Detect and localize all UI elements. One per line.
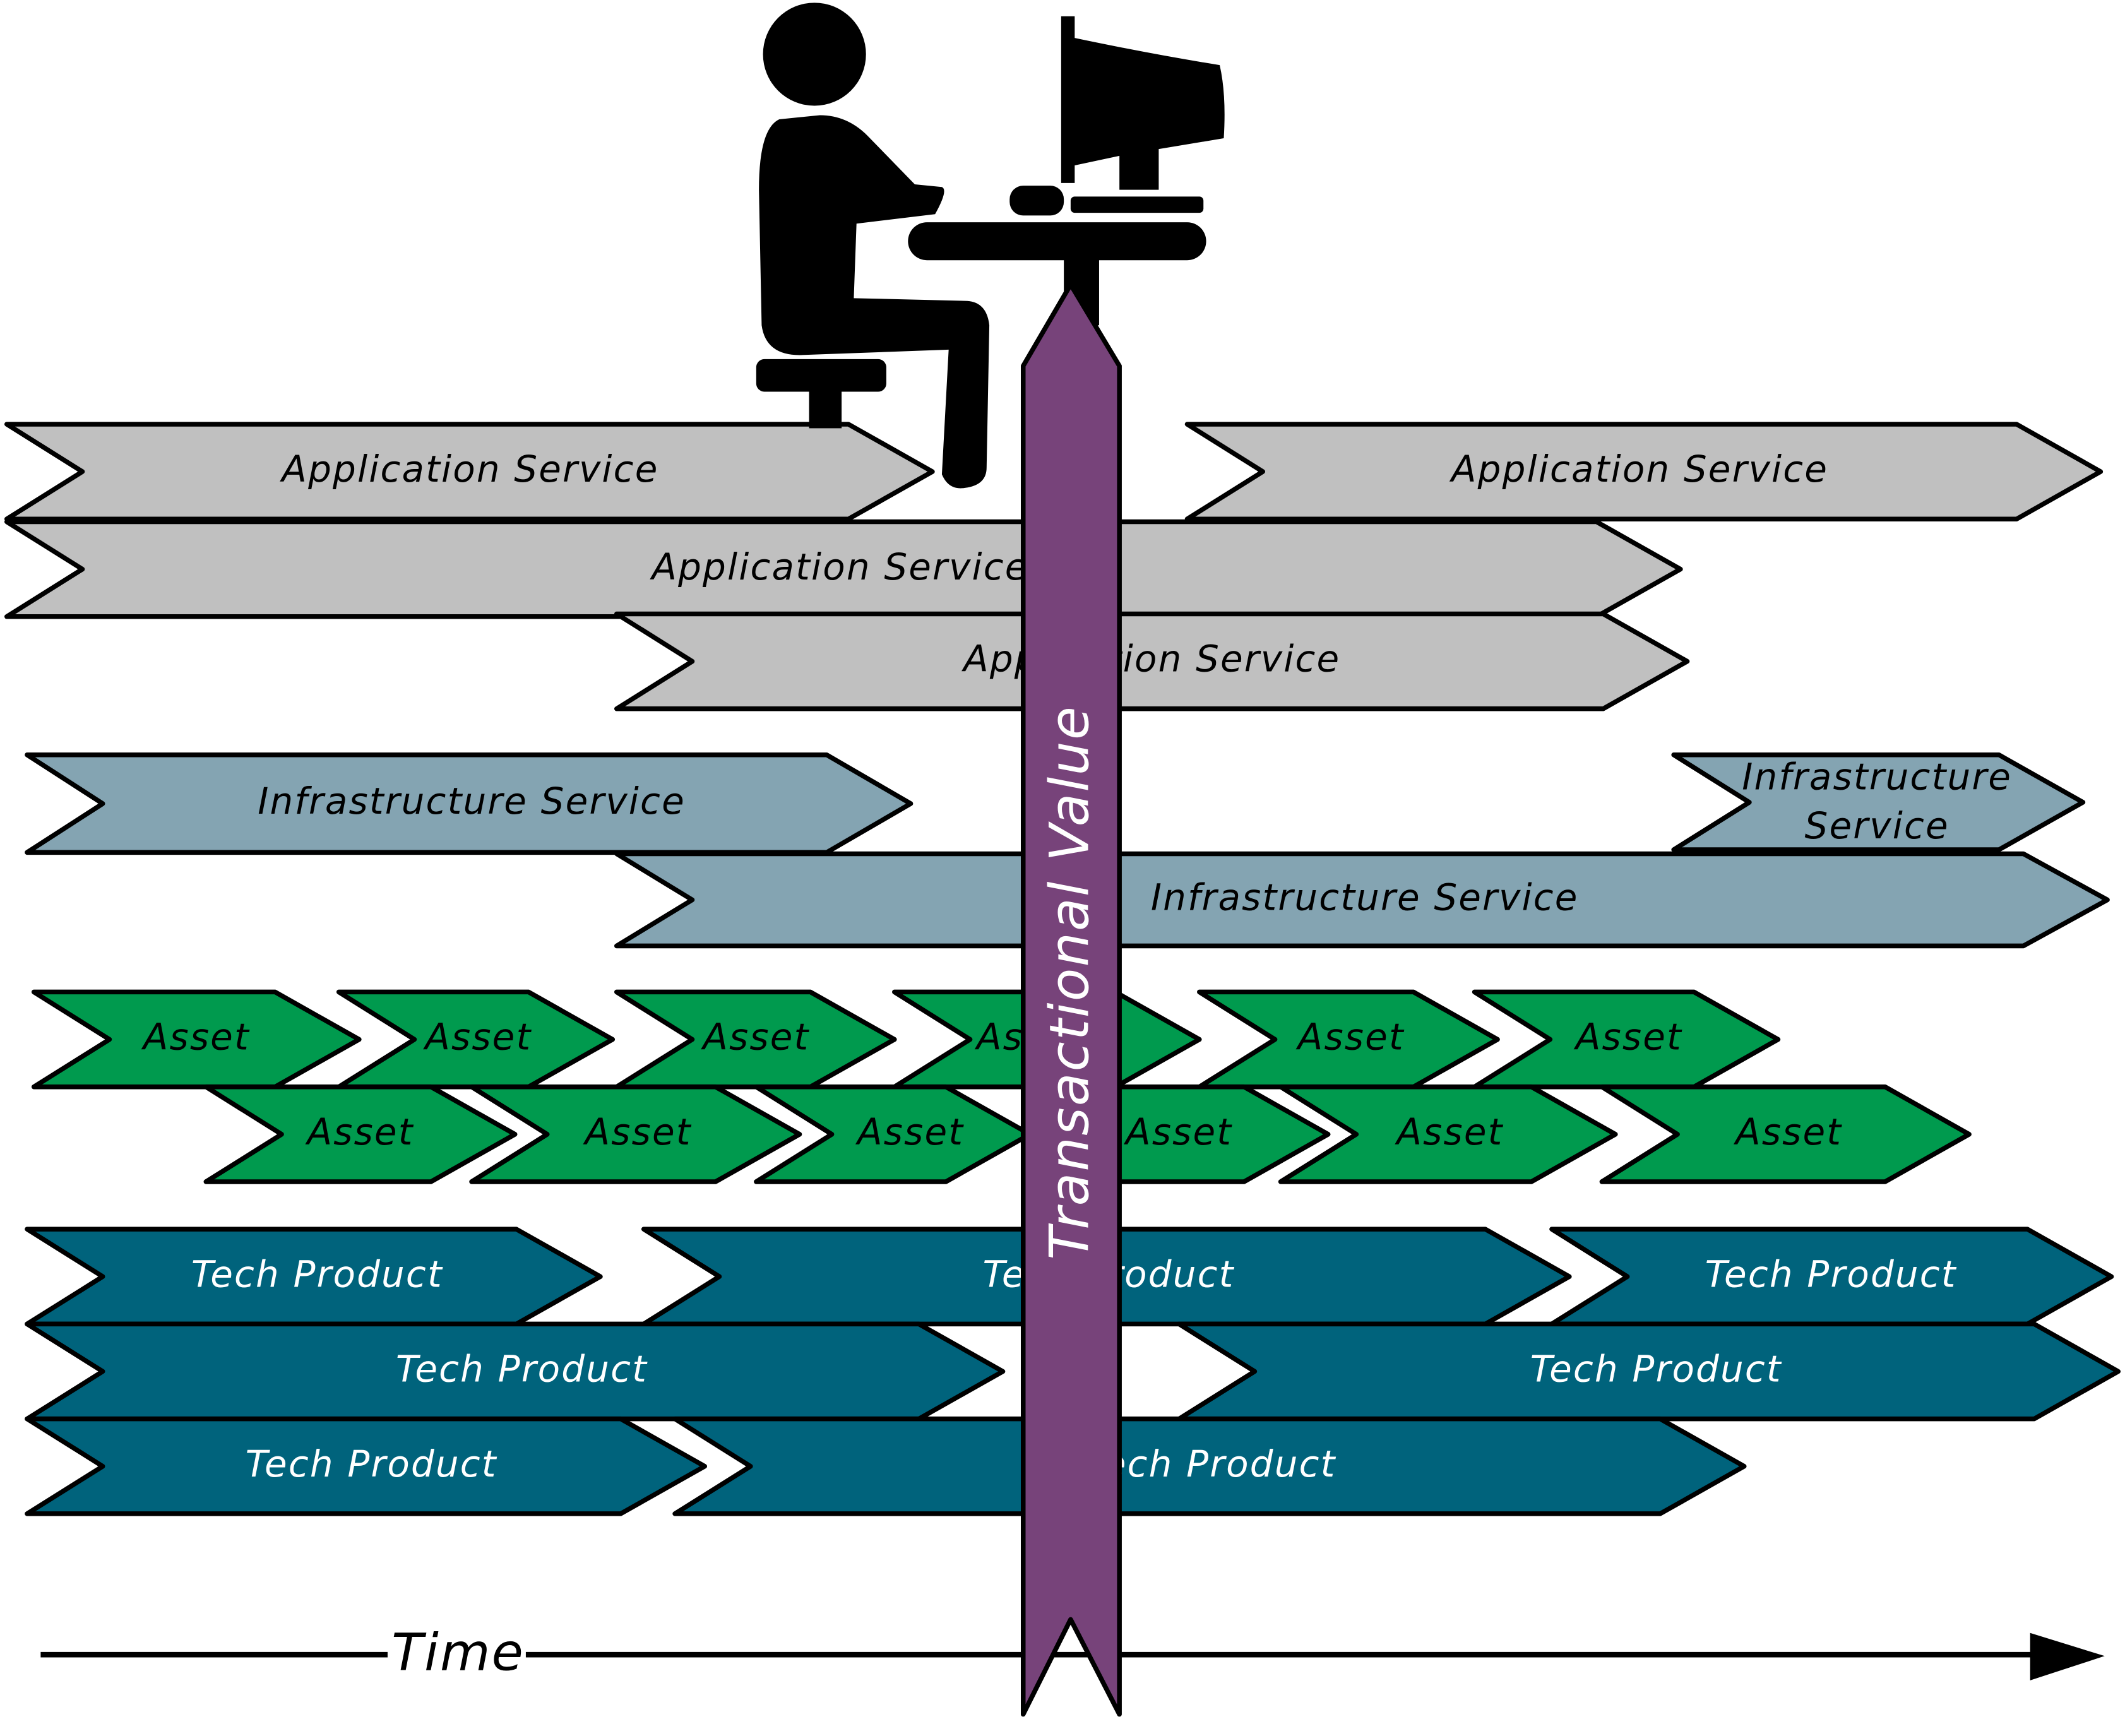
tech-product-label: Tech Product bbox=[1084, 1442, 1336, 1485]
asset-chevron: Asset bbox=[614, 989, 897, 1090]
asset-chevron: Asset bbox=[1599, 1084, 1972, 1184]
application-service-chevron: Application Service bbox=[4, 519, 1683, 619]
application-service-label: Application Service bbox=[649, 545, 1028, 588]
tech-product-chevron: Tech Product bbox=[25, 1321, 1006, 1422]
asset-chevron: Asset bbox=[1472, 989, 1781, 1090]
asset-label: Asset bbox=[700, 1016, 809, 1059]
asset-chevron: Asset bbox=[1197, 989, 1500, 1090]
service-layers-diagram: Application Service Application Service Ap… bbox=[4, 3, 2121, 1717]
tech-product-label: Tech Product bbox=[246, 1442, 497, 1485]
time-arrow-icon bbox=[2030, 1632, 2105, 1680]
infrastructure-service-label: Infrastructure Service bbox=[1151, 876, 1579, 919]
tech-product-chevron: Tech Product bbox=[25, 1416, 708, 1516]
tech-product-label: Tech Product bbox=[396, 1348, 648, 1391]
infrastructure-service-chevron: Infrastructure Service bbox=[614, 851, 2110, 949]
asset-label: Asset bbox=[583, 1110, 692, 1153]
infrastructure-service-chevron: Infrastructure Service bbox=[25, 752, 914, 855]
tech-product-chevron: Tech Product bbox=[1176, 1321, 2121, 1422]
asset-label: Asset bbox=[141, 1016, 250, 1059]
asset-label: Asset bbox=[855, 1110, 964, 1153]
application-service-chevron: Application Service bbox=[614, 611, 1690, 711]
application-service-label: Application Service bbox=[1449, 448, 1828, 490]
transactional-value-bar: Transactional Value bbox=[1020, 282, 1122, 1717]
asset-label: Asset bbox=[1733, 1110, 1842, 1153]
application-service-label: Application Service bbox=[961, 638, 1340, 681]
time-axis: Time bbox=[40, 1623, 2105, 1686]
application-service-chevron: Application Service bbox=[1184, 422, 2104, 521]
asset-label: Asset bbox=[1394, 1110, 1503, 1153]
infrastructure-service-label: Service bbox=[1805, 804, 1949, 847]
asset-chevron: Asset bbox=[469, 1084, 802, 1184]
infrastructure-service-label: Infrastructure Service bbox=[258, 780, 686, 823]
asset-chevron: Asset bbox=[31, 989, 362, 1090]
application-service-label: Application Service bbox=[279, 448, 658, 490]
asset-label: Asset bbox=[304, 1110, 414, 1153]
transactional-value-label: Transactional Value bbox=[1039, 705, 1102, 1260]
asset-chevron: Asset bbox=[1278, 1084, 1618, 1184]
infrastructure-service-label: Infrastructure bbox=[1742, 756, 2012, 799]
asset-label: Asset bbox=[422, 1016, 532, 1059]
asset-label: Asset bbox=[1295, 1016, 1405, 1059]
time-label: Time bbox=[391, 1623, 525, 1683]
person-at-computer-icon bbox=[756, 3, 1225, 489]
asset-chevron: Asset bbox=[203, 1084, 518, 1184]
tech-product-chevron: Tech Product bbox=[672, 1416, 1747, 1516]
infrastructure-service-chevron: Infrastructure Service bbox=[1671, 752, 2086, 852]
tech-product-label: Tech Product bbox=[1530, 1348, 1782, 1391]
tech-product-label: Tech Product bbox=[1705, 1252, 1957, 1295]
tech-product-chevron: Tech Product bbox=[1549, 1227, 2114, 1327]
asset-label: Asset bbox=[1573, 1016, 1682, 1059]
application-service-chevron: Application Service bbox=[4, 422, 935, 521]
tech-product-chevron: Tech Product bbox=[25, 1227, 603, 1327]
tech-product-label: Tech Product bbox=[191, 1252, 443, 1295]
asset-chevron: Asset bbox=[336, 989, 616, 1090]
asset-label: Asset bbox=[1123, 1110, 1232, 1153]
